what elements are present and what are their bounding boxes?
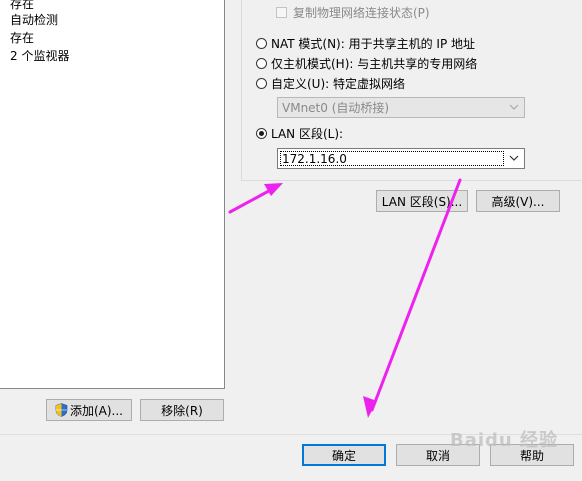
annotation-arrows xyxy=(228,178,462,418)
annotation-arrowhead-left xyxy=(264,183,283,196)
annotation-arrow-down xyxy=(370,178,462,412)
